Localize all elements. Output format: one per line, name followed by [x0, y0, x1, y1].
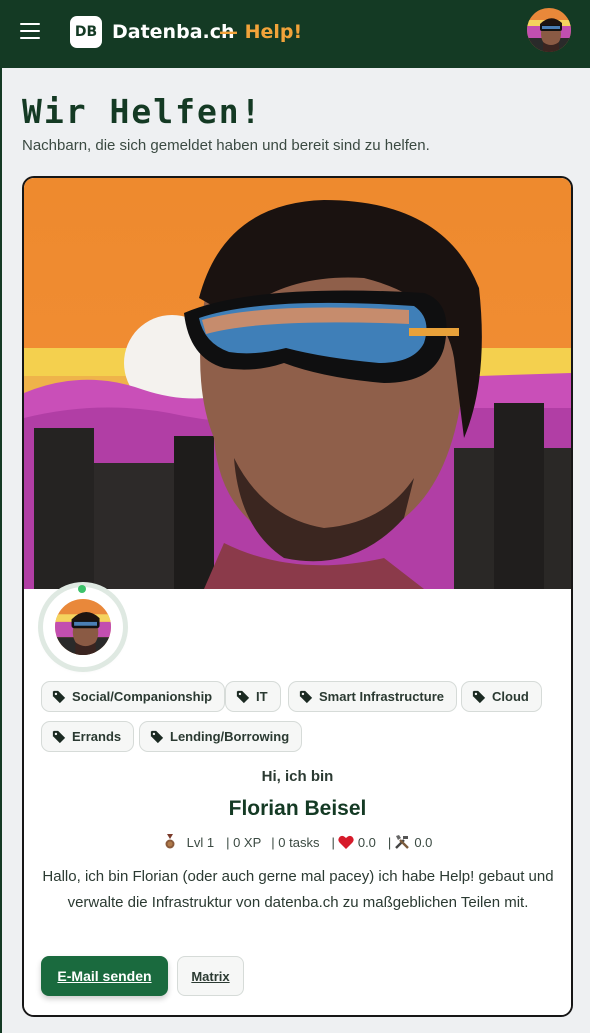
profile-avatar-frame	[43, 585, 123, 667]
tag-it[interactable]: IT	[225, 681, 281, 712]
profile-name: Florian Beisel	[228, 797, 367, 820]
tag-label: Lending/Borrowing	[170, 729, 290, 744]
tag-icon	[52, 690, 66, 703]
profile-avatar	[55, 599, 111, 655]
left-border	[0, 68, 2, 1033]
tag-label: IT	[256, 689, 268, 704]
tools-separator: |	[387, 834, 392, 850]
tools-icon	[395, 835, 410, 849]
tag-errands[interactable]: Errands	[41, 721, 135, 752]
matrix-button[interactable]: Matrix	[177, 956, 244, 996]
tag-lending-borrowing[interactable]: Lending/Borrowing	[139, 721, 303, 752]
tag-label: Cloud	[492, 689, 529, 704]
page-title: Wir Helfen!	[22, 92, 263, 131]
page-subtitle: Nachbarn, die sich gemeldet haben und be…	[22, 137, 430, 154]
tag-icon	[472, 690, 486, 703]
medal-icon	[165, 834, 175, 849]
user-avatar[interactable]	[527, 8, 571, 52]
hearts-stat: 0.0	[357, 834, 376, 850]
heart-icon	[338, 835, 354, 849]
online-status-dot	[78, 585, 86, 593]
tag-social-companionship[interactable]: Social/Companionship	[41, 681, 226, 712]
tag-label: Smart Infrastructure	[319, 689, 444, 704]
tag-icon	[236, 690, 250, 703]
tag-cloud[interactable]: Cloud	[461, 681, 542, 712]
helper-profile-card: Social/Companionship IT Smart Infrastruc…	[22, 176, 573, 1017]
level-stat: Lvl 1	[186, 834, 215, 850]
hamburger-menu-icon[interactable]	[20, 23, 40, 39]
tag-label: Social/Companionship	[72, 689, 213, 704]
profile-hero-image	[24, 178, 571, 589]
brand-logo[interactable]: DB	[70, 16, 102, 48]
tag-smart-infrastructure[interactable]: Smart Infrastructure	[288, 681, 457, 712]
tools-stat: 0.0	[414, 834, 433, 850]
brand-name[interactable]: Datenba.ch	[112, 21, 235, 43]
tag-icon	[299, 690, 313, 703]
profile-stats: Lvl 1 | 0 XP | 0 tasks | 0.0 | 0.0	[24, 834, 571, 850]
greeting: Hi, ich bin	[261, 768, 334, 785]
top-navbar: DB Datenba.ch — Help!	[0, 0, 590, 68]
xp-stat: | 0 XP	[226, 834, 262, 850]
tag-icon	[52, 730, 66, 743]
profile-bio: Hallo, ich bin Florian (oder auch gerne …	[42, 868, 554, 911]
tag-icon	[150, 730, 164, 743]
brand-suffix: — Help!	[219, 21, 303, 43]
tasks-stat: | 0 tasks	[271, 834, 320, 850]
send-email-button[interactable]: E-Mail senden	[41, 956, 168, 996]
tag-label: Errands	[72, 729, 122, 744]
hearts-separator: |	[331, 834, 335, 850]
